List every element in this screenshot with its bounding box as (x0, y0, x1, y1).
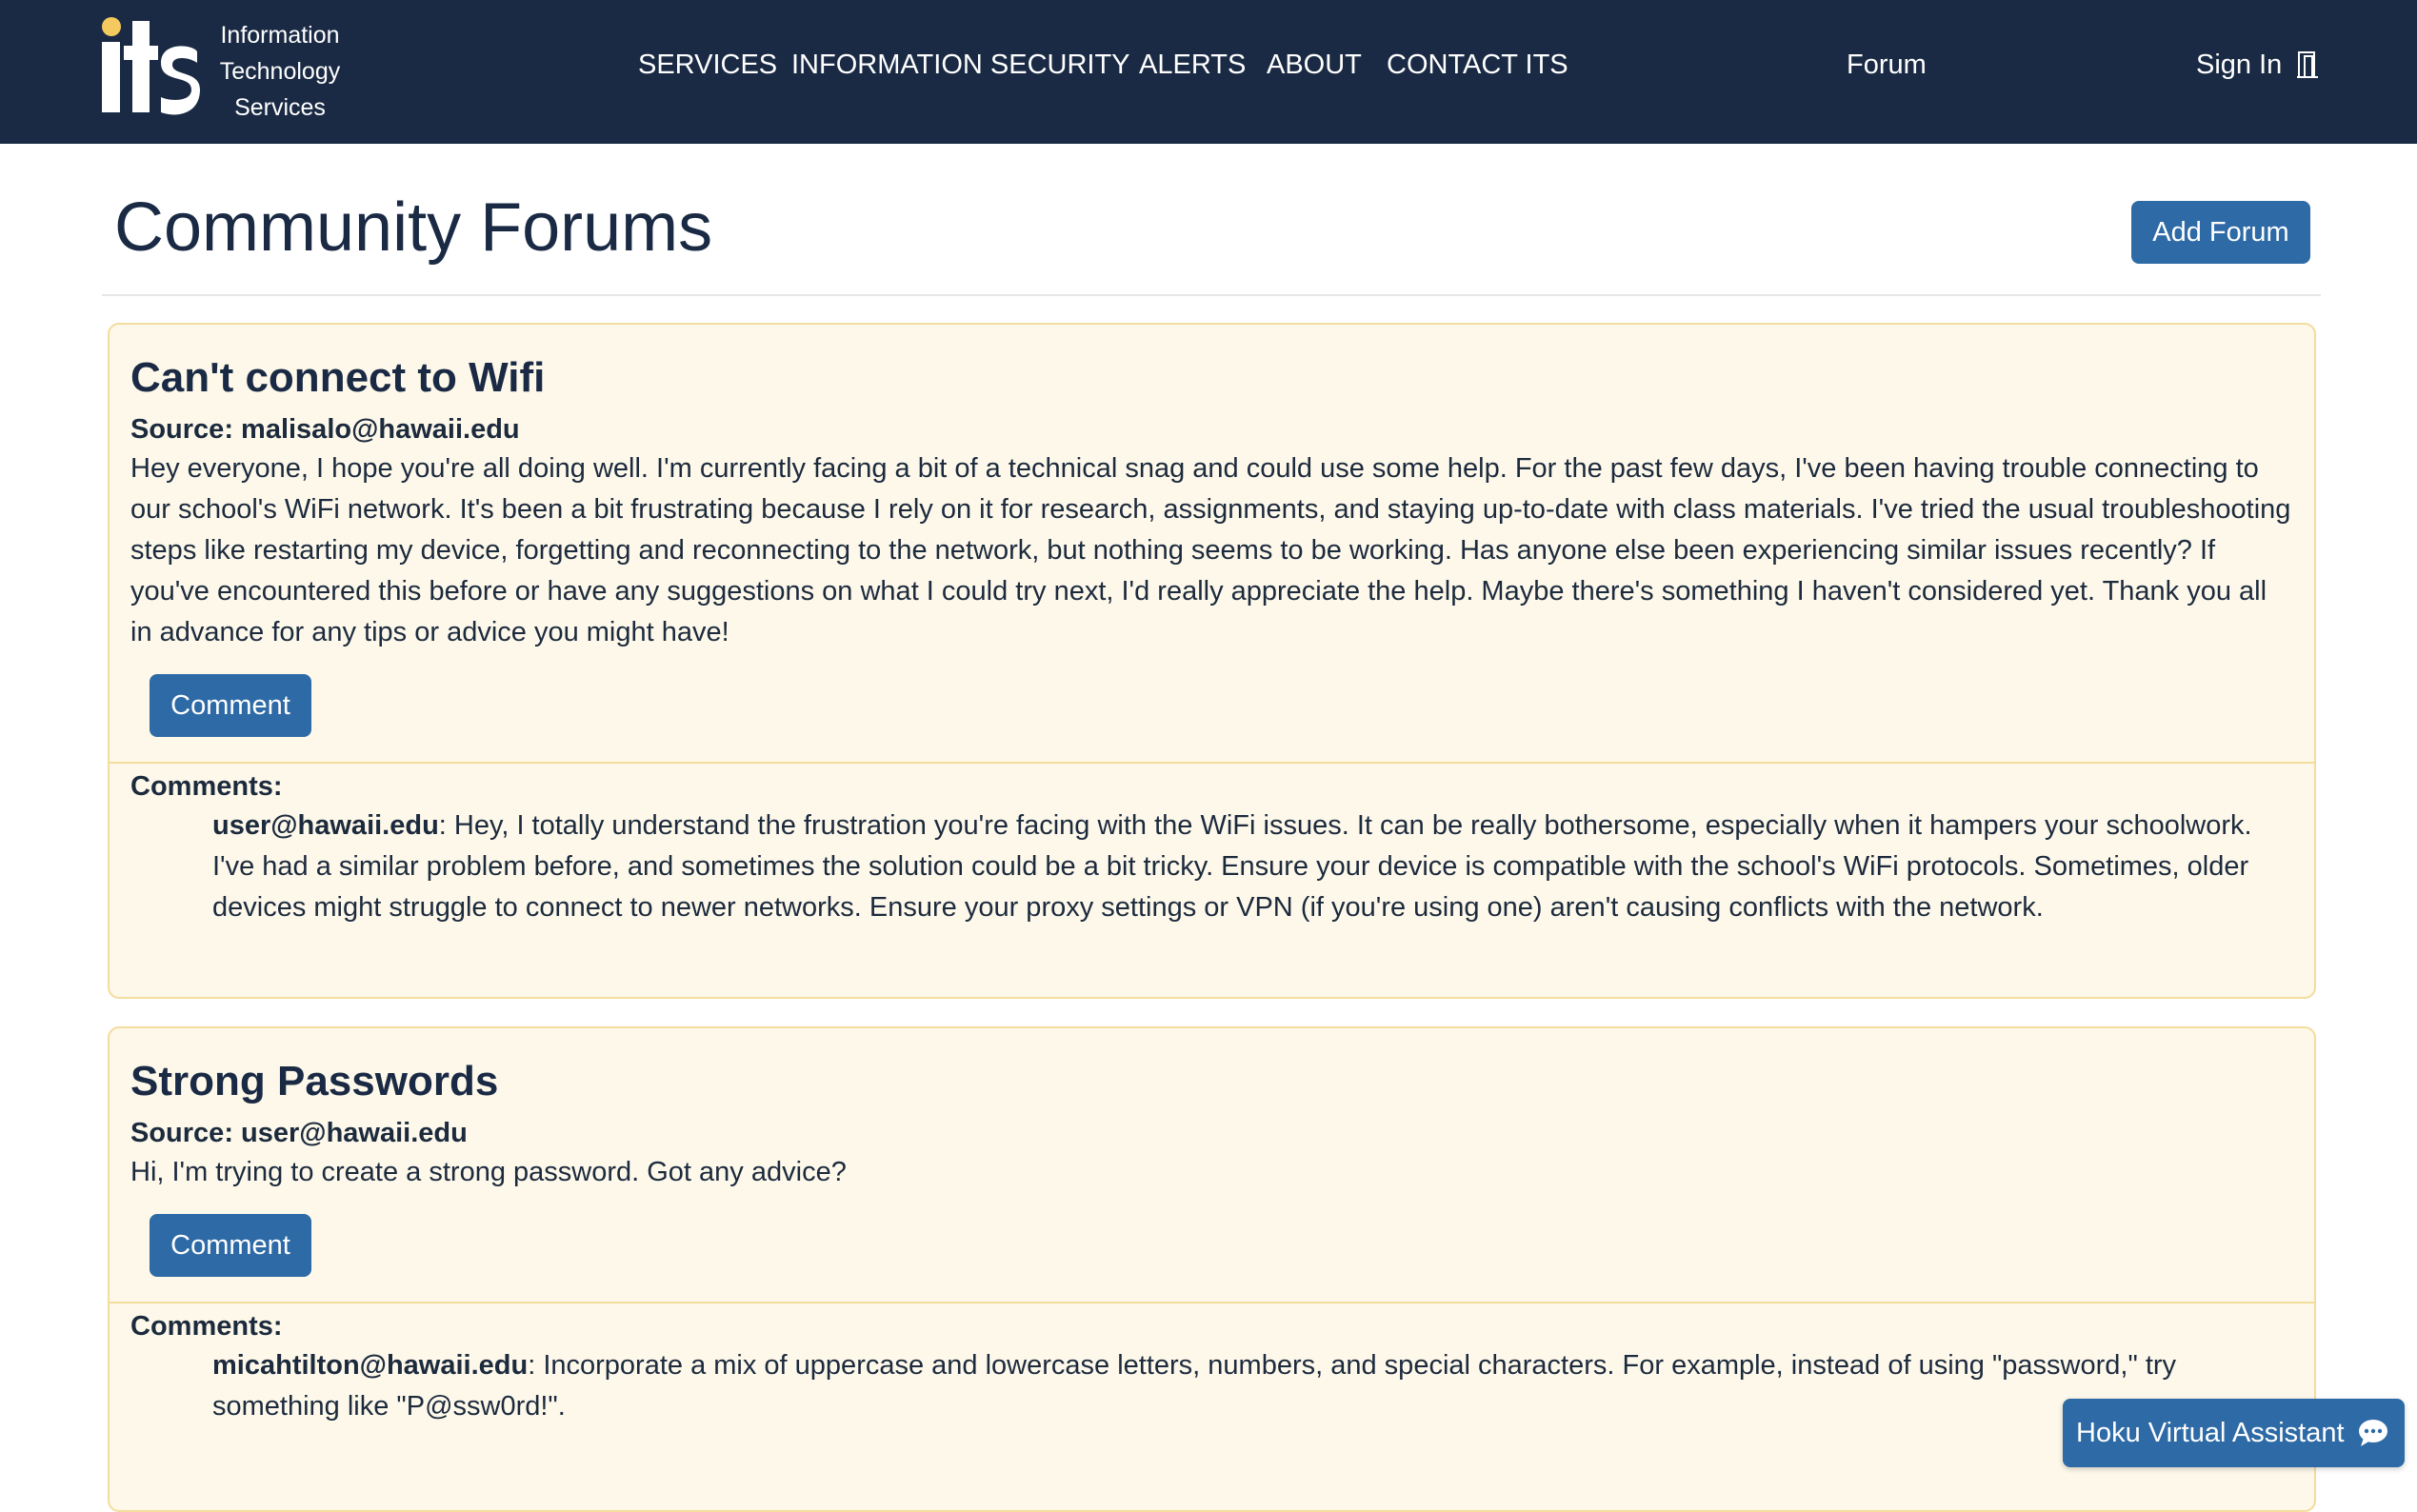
comment-item: micahtilton@hawaii.edu: Incorporate a mi… (110, 1345, 2314, 1427)
door-icon (2297, 51, 2319, 78)
comment-author: user@hawaii.edu (212, 810, 439, 841)
sign-in-link[interactable]: Sign In (2196, 46, 2319, 84)
post-title: Strong Passwords (130, 1058, 499, 1104)
comment-text: : Hey, I totally understand the frustrat… (212, 810, 2252, 923)
page-title: Community Forums (114, 189, 713, 266)
forum-post-card: Strong Passwords Source: user@hawaii.edu… (108, 1026, 2316, 1512)
hoku-virtual-assistant-button[interactable]: Hoku Virtual Assistant (2063, 1399, 2405, 1467)
nav-forum[interactable]: Forum (1847, 46, 1927, 84)
hoku-label: Hoku Virtual Assistant (2076, 1417, 2345, 1448)
post-source: Source: malisalo@hawaii.edu (130, 414, 520, 445)
its-logo[interactable]: Information Technology Services (100, 17, 348, 124)
logo-line-2: Technology (219, 58, 341, 85)
nav-contact-its[interactable]: CONTACT ITS (1387, 46, 1568, 84)
comment-author: micahtilton@hawaii.edu (212, 1350, 529, 1381)
comment-button[interactable]: Comment (150, 1214, 311, 1277)
logo-text: Information Technology Services (209, 17, 351, 126)
sign-in-label: Sign In (2196, 50, 2283, 80)
logo-line-3: Services (234, 94, 326, 121)
comment-item: user@hawaii.edu: Hey, I totally understa… (110, 806, 2314, 928)
logo-line-1: Information (220, 22, 340, 49)
comments-label: Comments: (130, 771, 283, 802)
post-body: Hi, I'm trying to create a strong passwo… (130, 1157, 847, 1187)
post-title: Can't connect to Wifi (130, 354, 546, 401)
comment-button[interactable]: Comment (150, 674, 311, 737)
chat-bubble-icon (2358, 1420, 2387, 1446)
post-body: Hey everyone, I hope you're all doing we… (130, 453, 2291, 647)
nav-information-security[interactable]: INFORMATION SECURITY (791, 46, 1130, 84)
nav-alerts[interactable]: ALERTS (1139, 46, 1246, 84)
top-navbar: Information Technology Services SERVICES… (0, 0, 2417, 144)
nav-about[interactable]: ABOUT (1267, 46, 1362, 84)
its-logo-icon (102, 17, 200, 115)
comments-divider (110, 1302, 2314, 1303)
post-source: Source: user@hawaii.edu (130, 1118, 468, 1148)
comments-label: Comments: (130, 1311, 283, 1342)
forum-post-card: Can't connect to Wifi Source: malisalo@h… (108, 323, 2316, 999)
add-forum-button[interactable]: Add Forum (2131, 201, 2310, 264)
comments-divider (110, 762, 2314, 764)
title-divider (102, 294, 2321, 296)
nav-services[interactable]: SERVICES (638, 46, 777, 84)
